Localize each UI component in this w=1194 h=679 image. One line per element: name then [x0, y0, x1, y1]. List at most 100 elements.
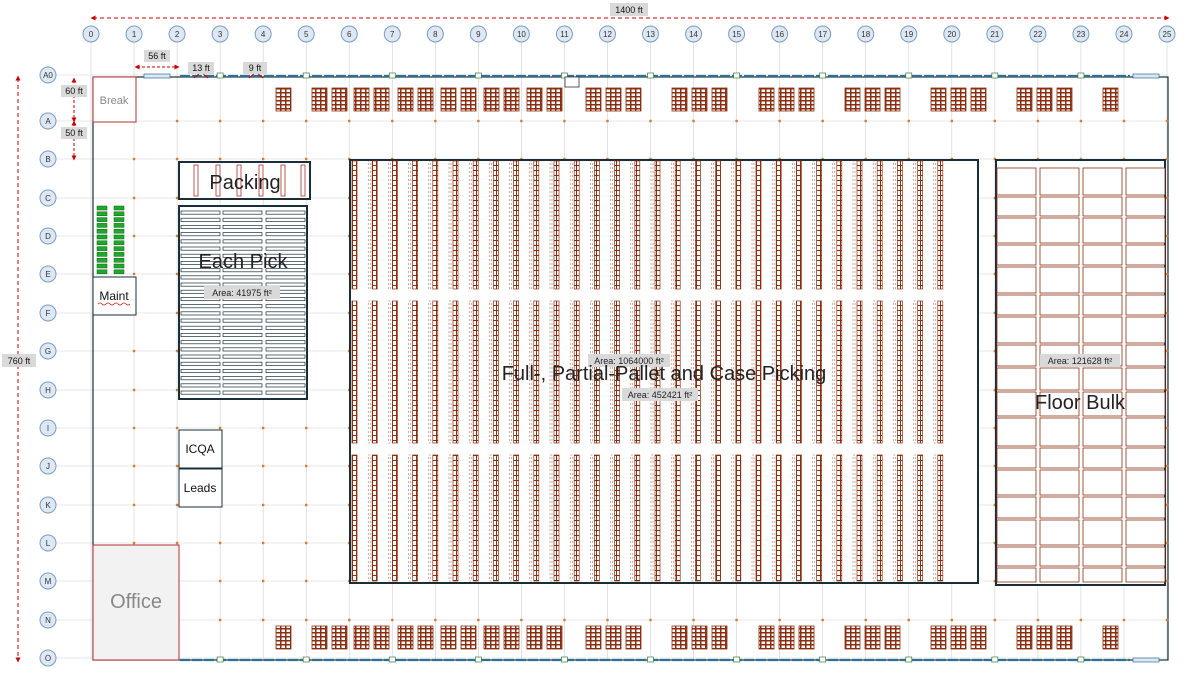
column-marker-label: 10	[517, 30, 526, 39]
bulk-lane	[1082, 567, 1123, 583]
pallet-rack	[674, 454, 681, 582]
pallet-rack	[533, 454, 540, 582]
shelf-unit	[222, 376, 263, 381]
pallet-rack	[897, 300, 903, 444]
shelf-unit	[222, 354, 263, 359]
shelf-unit	[180, 275, 221, 280]
grid-dot	[175, 349, 179, 353]
shelf-unit	[222, 390, 263, 395]
grid-dot	[1165, 157, 1169, 161]
column-marker-label: 4	[261, 30, 266, 39]
pallet-rack	[735, 454, 742, 582]
charger-slot	[96, 223, 108, 228]
grid-dot	[1079, 119, 1083, 123]
dock-bumper	[905, 656, 913, 663]
packing-station	[280, 164, 286, 197]
grid-dot	[132, 541, 136, 545]
staging-rack	[546, 625, 563, 650]
shelf-unit	[180, 282, 221, 287]
staging-rack	[1056, 625, 1073, 650]
grid-dot	[261, 464, 265, 468]
shelf-unit	[265, 340, 306, 345]
staging-rack	[503, 625, 520, 650]
staging-rack	[605, 87, 622, 112]
dock-marker-top	[564, 76, 580, 88]
grid-dot	[175, 503, 179, 507]
staging-rack	[331, 87, 348, 112]
shelf-unit	[265, 318, 306, 323]
shelf-unit	[265, 225, 306, 229]
grid-dot	[218, 119, 222, 123]
column-marker-label: 7	[390, 30, 395, 39]
dock-bumper	[733, 656, 740, 663]
grid-dot	[778, 618, 781, 622]
shelf-unit	[180, 246, 221, 251]
grid-dot	[1122, 618, 1126, 622]
grid-dot	[132, 464, 136, 468]
staging-rack	[970, 87, 987, 112]
row-marker-label: A0	[43, 71, 53, 80]
shelf-unit	[222, 232, 263, 237]
grid-dot	[348, 618, 351, 622]
pallet-rack	[695, 454, 701, 582]
pallet-rack	[715, 160, 721, 290]
pallet-rack	[836, 160, 843, 290]
pallet-rack	[695, 160, 701, 290]
grid-dot	[175, 541, 179, 545]
pallet-rack	[715, 454, 721, 582]
bulk-lane	[1082, 519, 1123, 546]
staging-rack	[758, 625, 775, 650]
grid-dot	[1036, 618, 1040, 622]
grid-dot	[1122, 119, 1126, 123]
shelf-unit	[222, 361, 263, 366]
packing-station	[193, 164, 199, 197]
grid-dot	[175, 311, 179, 315]
grid-dot	[907, 119, 910, 123]
pallet-rack	[392, 160, 398, 290]
bulk-lane	[996, 217, 1037, 244]
pallet-rack	[856, 454, 863, 582]
staging-rack	[311, 625, 328, 650]
pallet-rack	[796, 160, 802, 290]
shelf-unit	[180, 361, 221, 366]
grid-dot	[132, 157, 136, 161]
shelf-unit	[265, 304, 306, 309]
grid-dot	[821, 119, 824, 123]
grid-dot	[434, 618, 437, 622]
pallet-rack	[452, 300, 459, 444]
bulk-lane	[1082, 294, 1123, 316]
staging-rack	[1036, 625, 1053, 650]
grid-dot	[1165, 272, 1169, 276]
bulk-lane	[1125, 567, 1166, 583]
grid-dot	[1165, 503, 1169, 507]
grid-dot	[864, 618, 867, 622]
grid-dot	[132, 426, 136, 430]
shelf-unit	[222, 318, 263, 323]
staging-rack	[311, 87, 328, 112]
bulk-lane	[1082, 196, 1123, 217]
dock-bumper	[475, 72, 482, 79]
floor-bulk-area-label: Area: 121628 ft²	[1048, 356, 1113, 366]
pallet-rack	[594, 160, 600, 290]
column-marker-label: 6	[347, 30, 352, 39]
grid-dot	[950, 119, 953, 123]
column-marker-label: 15	[732, 30, 741, 39]
column-marker-label: 25	[1163, 30, 1172, 39]
pallet-rack	[412, 160, 418, 290]
charger-slot	[113, 223, 125, 228]
shelf-unit	[222, 383, 263, 388]
shelf-unit	[180, 311, 221, 316]
shelf-unit	[180, 383, 221, 388]
grid-dot	[305, 426, 308, 430]
grid-dot	[950, 618, 953, 622]
bulk-lane	[1082, 367, 1123, 391]
row-marker-label: N	[45, 616, 51, 625]
shelf-unit	[222, 210, 263, 215]
column-marker-label: 9	[476, 30, 481, 39]
pallet-rack	[472, 160, 479, 290]
pallet-rack	[897, 454, 903, 582]
grid-dot	[305, 579, 308, 583]
bulk-lane	[996, 391, 1037, 417]
staging-rack	[950, 625, 967, 650]
row-marker-label: H	[45, 386, 51, 395]
